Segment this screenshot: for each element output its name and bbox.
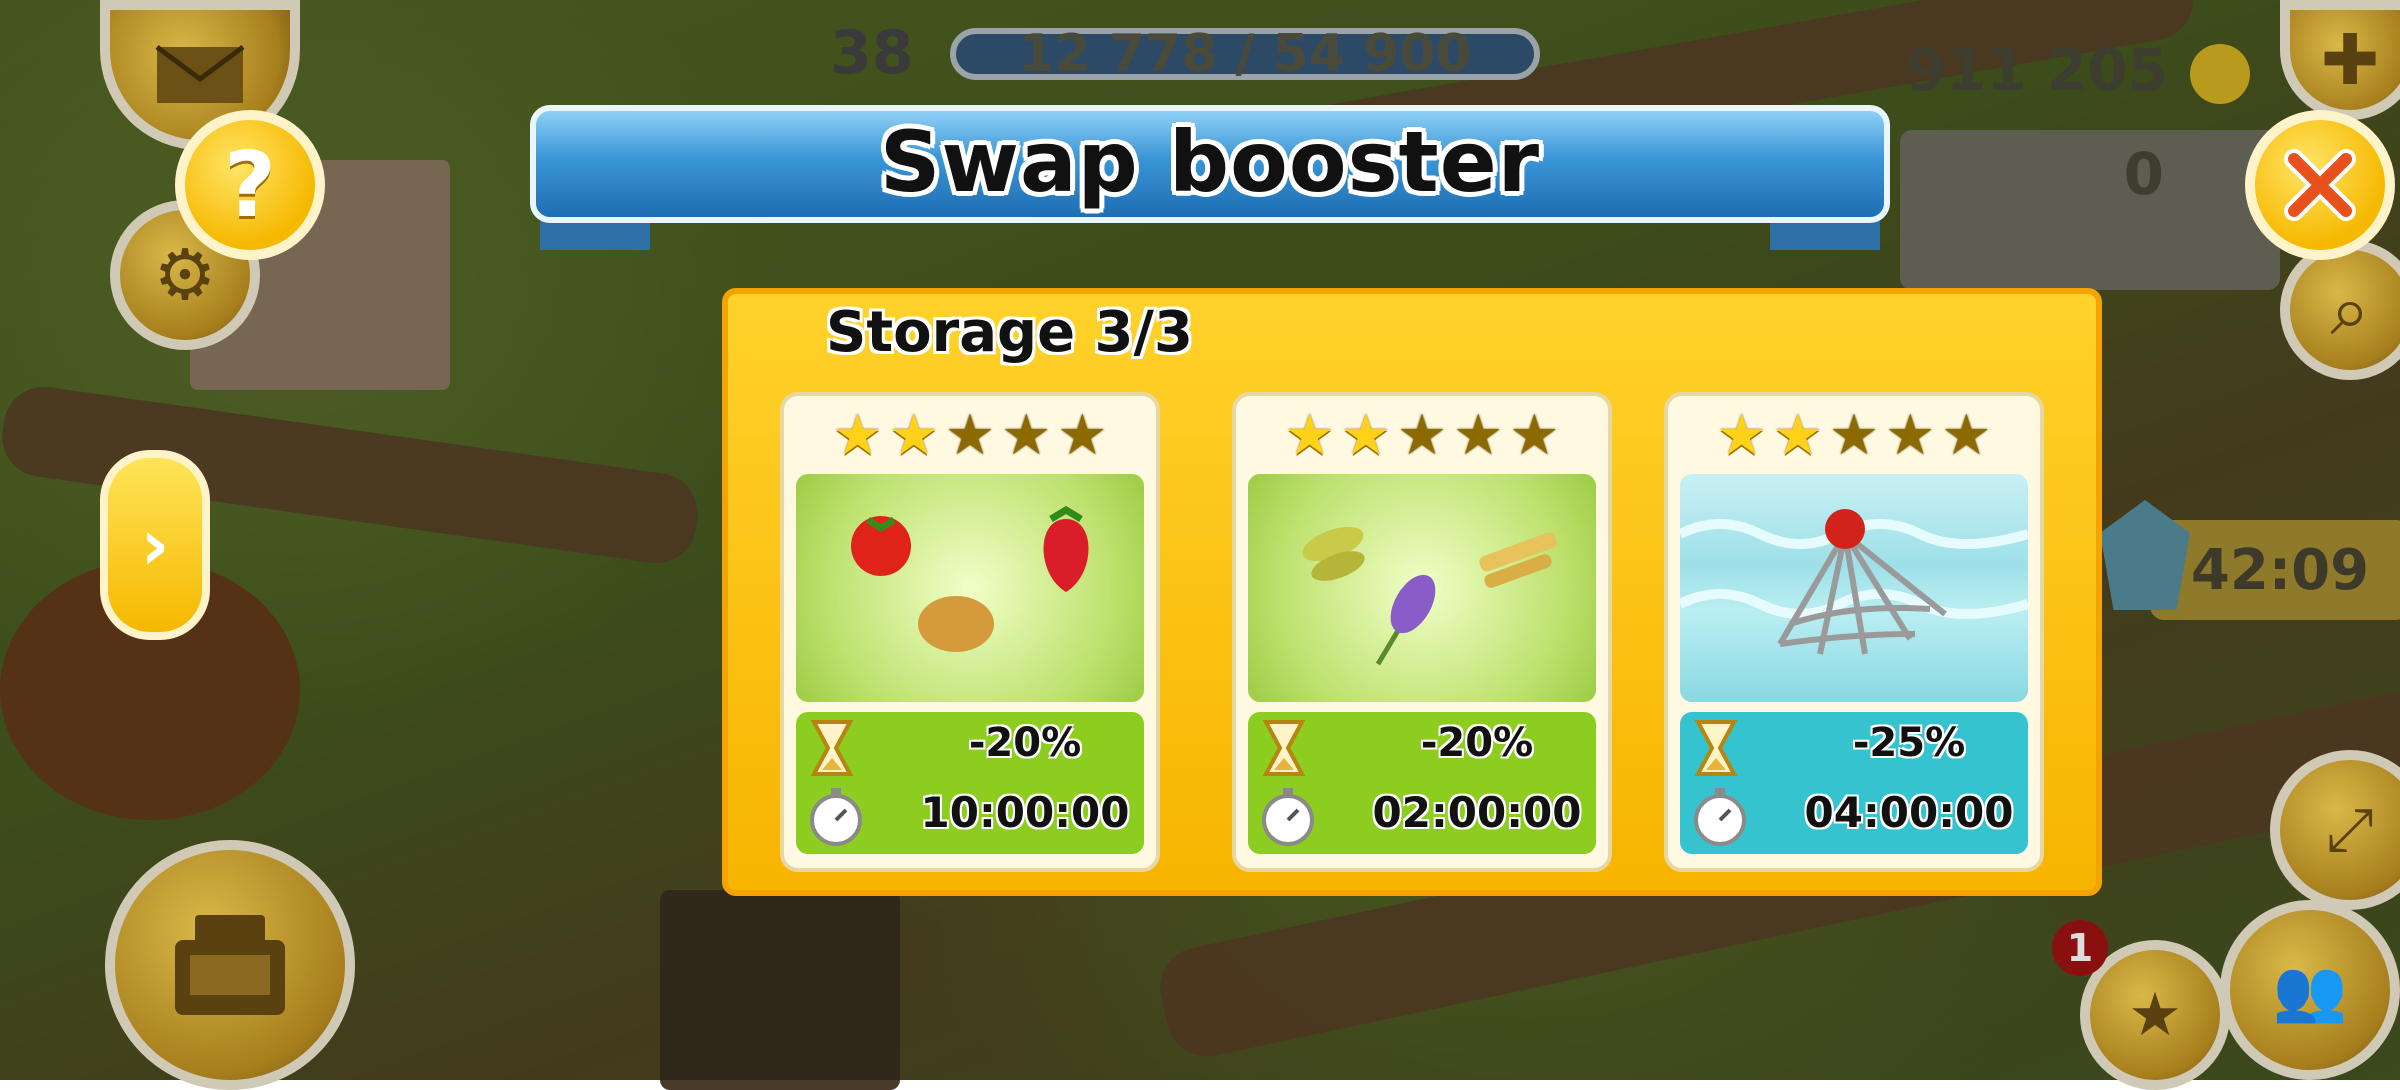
booster-art	[1680, 474, 2028, 702]
booster-card[interactable]: ★ ★ ★ ★ ★ -20% 10:00:00	[780, 392, 1160, 872]
close-button[interactable]	[2245, 110, 2395, 260]
potato-icon	[918, 596, 994, 652]
duration-value: 10:00:00	[920, 788, 1130, 837]
sale-timer-value: 42:09	[2190, 537, 2370, 603]
duration-value: 04:00:00	[1804, 788, 2014, 837]
lavender-icon	[1375, 574, 1436, 666]
coin-icon	[2190, 44, 2250, 104]
friends-button[interactable]: 👥	[2220, 900, 2400, 1080]
star-icon: ★	[1772, 403, 1823, 468]
booster-card[interactable]: ★ ★ ★ ★ ★ -20% 02:00:00	[1232, 392, 1612, 872]
discount-value: -25%	[1852, 720, 1966, 766]
booster-art	[1248, 474, 1596, 702]
hourglass-icon	[810, 720, 854, 776]
question-mark-icon: ?	[223, 132, 277, 238]
people-icon: 👥	[2272, 955, 2348, 1026]
hourglass-icon	[1262, 720, 1306, 776]
tomato-icon	[851, 516, 911, 576]
star-icon: ★	[1885, 403, 1936, 468]
star-icon: ★	[1001, 403, 1052, 468]
soybean-icon	[1302, 526, 1365, 581]
cash-register-icon	[175, 915, 285, 1015]
stopwatch-icon	[1694, 788, 1746, 846]
star-icon: ★	[1284, 403, 1335, 468]
star-rating: ★ ★ ★ ★ ★	[1668, 406, 2040, 466]
sugarcane-icon	[1479, 532, 1557, 588]
player-level: 38	[830, 18, 914, 88]
star-icon: ★	[944, 403, 996, 468]
booster-info: -20% 10:00:00	[796, 712, 1144, 854]
notification-badge: 1	[2052, 920, 2108, 976]
star-rating: ★ ★ ★ ★ ★	[784, 406, 1156, 466]
diamond-count: 0	[2123, 140, 2164, 208]
star-cards-icon: ★	[2128, 980, 2182, 1050]
star-icon: ★	[1396, 403, 1448, 468]
star-icon: ★	[1941, 403, 1992, 468]
hourglass-icon	[1694, 720, 1738, 776]
star-icon: ★	[1340, 403, 1391, 468]
booster-info: -25% 04:00:00	[1680, 712, 2028, 854]
shop-button[interactable]	[105, 840, 355, 1090]
strawberry-icon	[1043, 505, 1089, 592]
plus-icon: ✚	[2320, 19, 2380, 101]
stopwatch-icon	[1262, 788, 1314, 846]
stopwatch-icon	[810, 788, 862, 846]
booster-art	[796, 474, 1144, 702]
help-button[interactable]: ?	[175, 110, 325, 260]
star-icon: ★	[1453, 403, 1504, 468]
xp-bar: 12 778 / 54 900	[950, 24, 1540, 84]
discount-value: -20%	[968, 720, 1082, 766]
discount-value: -20%	[1420, 720, 1534, 766]
star-icon: ★	[832, 403, 883, 468]
dialog-banner: Swap booster	[530, 95, 1890, 250]
duration-value: 02:00:00	[1372, 788, 1582, 837]
star-icon: ★	[1828, 403, 1880, 468]
dialog-title: Swap booster	[879, 113, 1541, 211]
booster-info: -20% 02:00:00	[1248, 712, 1596, 854]
star-icon: ★	[888, 403, 939, 468]
storage-label: Storage 3/3	[826, 300, 1193, 365]
close-icon	[2284, 149, 2356, 221]
star-rating: ★ ★ ★ ★ ★	[1236, 406, 1608, 466]
star-icon: ★	[1057, 403, 1108, 468]
star-icon: ★	[1716, 403, 1767, 468]
next-arrow-button[interactable]: ›	[100, 450, 210, 640]
booster-card[interactable]: ★ ★ ★ ★ ★ -25% 04:00:00	[1664, 392, 2044, 872]
expand-arrows-icon: ⤢	[2326, 795, 2374, 865]
magnifier-icon: ⌕	[2330, 268, 2370, 351]
coin-count: 911 205	[1905, 36, 2168, 104]
chevron-right-icon: ›	[140, 504, 170, 586]
star-icon: ★	[1509, 403, 1560, 468]
envelope-icon	[155, 45, 245, 103]
